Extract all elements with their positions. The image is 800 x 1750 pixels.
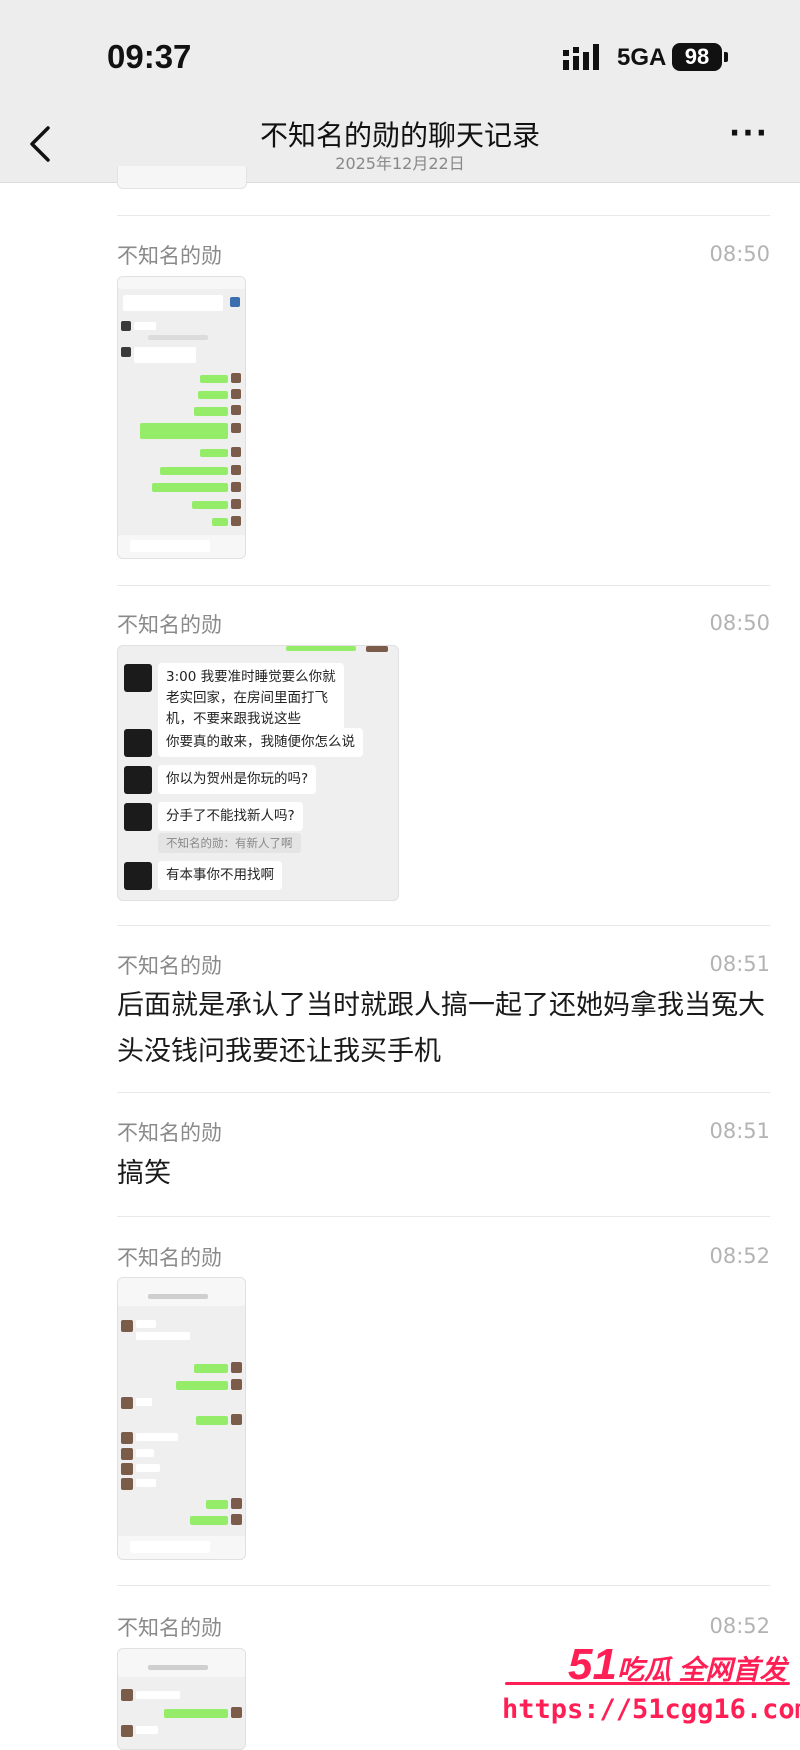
image-bubble: 3:00 我要准时睡觉要么你就老实回家，在房间里面打飞机，不要来跟我说这些 bbox=[158, 663, 344, 734]
divider bbox=[117, 925, 770, 926]
chat-screenshot-image[interactable]: 3:00 我要准时睡觉要么你就老实回家，在房间里面打飞机，不要来跟我说这些 你要… bbox=[117, 645, 399, 901]
chat-screenshot-image[interactable] bbox=[117, 1277, 246, 1560]
battery-icon: 98 bbox=[672, 43, 722, 71]
page-title: 不知名的勋的聊天记录 bbox=[259, 119, 540, 152]
chat-screenshot-image[interactable] bbox=[117, 1648, 246, 1750]
watermark-line bbox=[505, 1682, 790, 1685]
message-time: 08:50 bbox=[709, 611, 770, 635]
message-sender: 不知名的勋 bbox=[117, 1616, 222, 1640]
message-sender: 不知名的勋 bbox=[117, 1246, 222, 1270]
message-time: 08:52 bbox=[709, 1614, 770, 1638]
image-bubble: 你以为贺州是你玩的吗? bbox=[158, 765, 317, 794]
signal-icon bbox=[563, 44, 599, 70]
divider bbox=[117, 1585, 770, 1586]
divider bbox=[117, 215, 770, 216]
message-sender: 不知名的勋 bbox=[117, 1121, 222, 1145]
divider bbox=[117, 585, 770, 586]
divider bbox=[117, 1092, 770, 1093]
message-time: 08:51 bbox=[709, 952, 770, 976]
chat-screenshot-image[interactable] bbox=[117, 276, 246, 559]
battery-tip bbox=[724, 52, 728, 62]
message-time: 08:50 bbox=[709, 242, 770, 266]
message-sender: 不知名的勋 bbox=[117, 613, 222, 637]
image-bubble: 你要真的敢来，我随便你怎么说 bbox=[158, 728, 363, 757]
message-text: 搞笑 bbox=[117, 1158, 171, 1189]
status-bar: 09:37 5GA 98 bbox=[0, 0, 800, 110]
image-quote: 不知名的勋：有新人了啊 bbox=[158, 833, 301, 853]
message-sender: 不知名的勋 bbox=[117, 954, 222, 978]
image-bubble: 有本事你不用找啊 bbox=[158, 861, 282, 890]
message-sender: 不知名的勋 bbox=[117, 244, 222, 268]
image-bubble: 分手了不能找新人吗? bbox=[158, 802, 303, 831]
more-icon[interactable]: ··· bbox=[726, 119, 772, 154]
previous-image-edge bbox=[117, 166, 247, 189]
message-time: 08:51 bbox=[709, 1119, 770, 1143]
divider bbox=[117, 1216, 770, 1217]
network-type: 5GA bbox=[617, 44, 667, 71]
message-time: 08:52 bbox=[709, 1244, 770, 1268]
status-time: 09:37 bbox=[107, 38, 192, 75]
watermark-url: https://51cgg16.com bbox=[502, 1694, 800, 1725]
message-text: 后面就是承认了当时就跟人搞一起了还她妈拿我当冤大头没钱问我要还让我买手机 bbox=[117, 990, 765, 1067]
